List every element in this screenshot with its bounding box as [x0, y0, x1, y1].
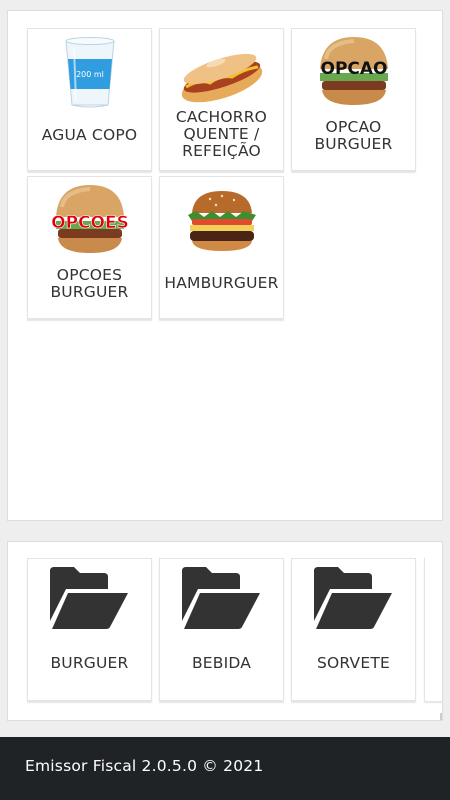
category-card-partial[interactable]	[424, 558, 442, 701]
category-label: BURGUER	[50, 654, 129, 672]
product-label: OPCAO BURGUER	[314, 118, 393, 153]
hot-dog-icon	[160, 29, 285, 114]
burger-icon: OPCOES	[28, 177, 153, 262]
hamburger-icon	[160, 177, 285, 262]
product-card-agua-copo[interactable]: 200 ml AGUA COPO	[27, 28, 152, 171]
product-card-cachorro-quente[interactable]: CACHORRO QUENTE / REFEIÇÃO	[159, 28, 284, 171]
folder-open-icon	[314, 567, 392, 629]
product-label: HAMBURGUER	[164, 274, 279, 292]
product-label: AGUA COPO	[41, 126, 138, 144]
burger-overlay-text: OPCOES	[51, 213, 129, 233]
footer: Emissor Fiscal 2.0.5.0 © 2021	[0, 737, 450, 800]
folder-open-icon	[182, 567, 260, 629]
scrollbar-thumb[interactable]	[440, 713, 442, 720]
burger-icon: OPCAO	[292, 29, 417, 114]
category-card-sorvete[interactable]: SORVETE	[291, 558, 416, 701]
footer-version-text: Emissor Fiscal 2.0.5.0 © 2021	[25, 757, 264, 775]
category-card-burguer[interactable]: BURGUER	[27, 558, 152, 701]
water-cup-icon: 200 ml	[28, 29, 153, 114]
folder-open-icon	[50, 567, 128, 629]
product-card-hamburguer[interactable]: HAMBURGUER	[159, 176, 284, 319]
product-label: OPCOES BURGUER	[50, 266, 129, 301]
category-label: SORVETE	[316, 654, 391, 672]
burger-overlay-text: OPCAO	[321, 59, 388, 79]
category-card-bebida[interactable]: BEBIDA	[159, 558, 284, 701]
cup-volume-text: 200 ml	[76, 70, 104, 79]
product-label: CACHORRO QUENTE / REFEIÇÃO	[175, 108, 268, 160]
product-card-opcao-burguer[interactable]: OPCAO OPCAO BURGUER	[291, 28, 416, 171]
products-panel: 200 ml AGUA COPO CACHORRO QUENTE / REFEI…	[7, 10, 443, 521]
category-label: BEBIDA	[191, 654, 252, 672]
product-card-opcoes-burguer[interactable]: OPCOES OPCOES BURGUER	[27, 176, 152, 319]
categories-panel: BURGUER BEBIDA SORVETE	[7, 541, 443, 721]
